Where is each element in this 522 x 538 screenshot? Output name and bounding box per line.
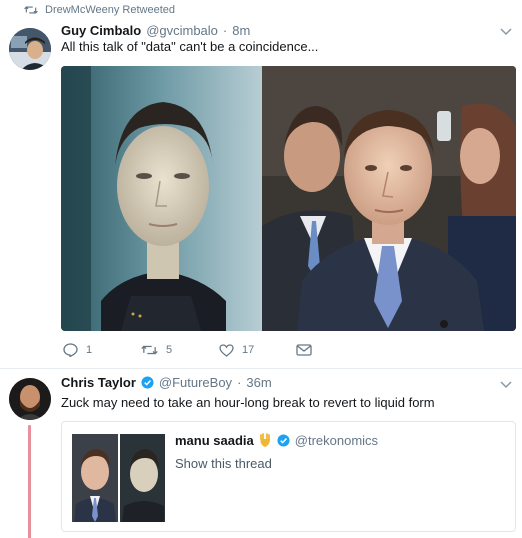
tweet-header: Guy Cimbalo @gvcimbalo · 8m <box>61 23 250 38</box>
avatar-image <box>9 378 51 420</box>
photo-image <box>119 434 165 522</box>
separator-dot: · <box>237 375 242 390</box>
quoted-author-handle[interactable]: @trekonomics <box>295 433 378 448</box>
media-photo-right[interactable] <box>262 66 516 331</box>
chevron-down-icon[interactable] <box>500 28 512 36</box>
quoted-tweet[interactable]: manu saadia @trekonomics Show this threa… <box>61 421 516 532</box>
author-name[interactable]: Guy Cimbalo <box>61 23 141 38</box>
retweet-count: 5 <box>166 344 173 356</box>
author-name[interactable]: Chris Taylor <box>61 375 136 390</box>
like-count: 17 <box>242 344 255 356</box>
media-photo-left[interactable] <box>61 66 262 331</box>
avatar[interactable] <box>9 28 51 70</box>
verified-badge-icon <box>141 376 154 389</box>
photo-image <box>262 66 516 331</box>
vulcan-salute-icon <box>259 433 270 447</box>
avatar-image <box>9 28 51 70</box>
quoted-photo-left <box>72 434 118 522</box>
show-thread-link[interactable]: Show this thread <box>175 456 272 471</box>
verified-badge-icon <box>277 434 290 447</box>
quoted-tweet-header: manu saadia @trekonomics <box>175 433 378 448</box>
heart-icon <box>219 343 234 357</box>
tweet-media[interactable] <box>61 66 516 331</box>
tweet-text: Zuck may need to take an hour-long break… <box>61 395 435 410</box>
separator-dot: · <box>222 23 228 38</box>
tweet[interactable]: Chris Taylor @FutureBoy · 36m Zuck may n… <box>0 369 522 538</box>
retweet-icon <box>24 6 38 14</box>
reply-button[interactable]: 1 <box>63 343 141 357</box>
like-button[interactable]: 17 <box>219 343 296 357</box>
retweet-button[interactable]: 5 <box>141 344 219 356</box>
author-handle[interactable]: @FutureBoy <box>159 375 232 390</box>
retweet-label: DrewMcWeeny Retweeted <box>45 4 176 16</box>
timestamp[interactable]: 8m <box>232 23 250 38</box>
photo-image <box>72 434 118 522</box>
timestamp[interactable]: 36m <box>246 375 271 390</box>
quoted-author-name[interactable]: manu saadia <box>175 433 254 448</box>
tweet-actions: 1 5 17 <box>63 342 312 358</box>
thread-line <box>28 425 31 538</box>
reply-count: 1 <box>86 344 93 356</box>
avatar[interactable] <box>9 378 51 420</box>
retweet-context[interactable]: DrewMcWeeny Retweeted <box>24 3 175 17</box>
chevron-down-icon[interactable] <box>500 381 512 389</box>
quoted-photo-right <box>119 434 165 522</box>
retweet-icon <box>141 345 158 355</box>
message-button[interactable] <box>296 344 312 356</box>
envelope-icon <box>296 344 312 356</box>
photo-image <box>61 66 262 331</box>
author-handle[interactable]: @gvcimbalo <box>146 23 218 38</box>
tweet-text: All this talk of "data" can't be a coinc… <box>61 39 319 54</box>
reply-icon <box>63 343 78 357</box>
quoted-media <box>72 434 165 522</box>
tweet[interactable]: Guy Cimbalo @gvcimbalo · 8m All this tal… <box>0 18 522 368</box>
tweet-header: Chris Taylor @FutureBoy · 36m <box>61 375 272 390</box>
